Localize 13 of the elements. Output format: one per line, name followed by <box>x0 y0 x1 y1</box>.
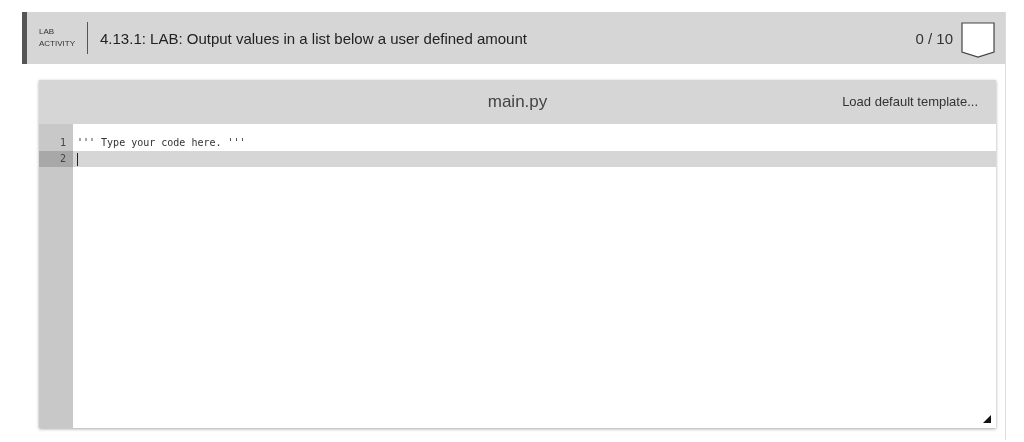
resize-handle-icon[interactable] <box>983 415 991 423</box>
score: 0 / 10 <box>915 29 953 47</box>
text-cursor <box>77 152 78 166</box>
activity-type-label: ACTIVITY <box>39 38 75 50</box>
code-area[interactable]: ''' Type your code here. ''' <box>73 135 996 428</box>
score-badge-icon <box>961 22 995 58</box>
code-line: ''' Type your code here. ''' <box>77 136 246 150</box>
file-name: main.py <box>487 92 548 112</box>
line-number: 1 <box>59 137 66 148</box>
activity-type-label: LAB <box>39 26 56 38</box>
line-number: 2 <box>59 153 66 164</box>
activity-title: 4.13.1: LAB: Output values in a list below a user defined amount <box>100 29 528 47</box>
load-template-button[interactable]: Load default template... <box>842 92 978 111</box>
